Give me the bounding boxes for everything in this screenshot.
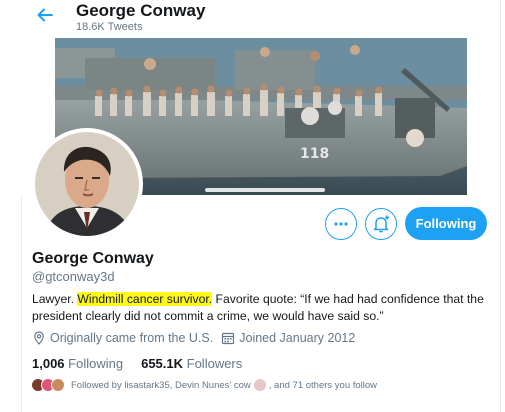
followed-by-prefix: Followed by lisastark35, Devin Nunes' co… [71,379,251,391]
notifications-button[interactable] [365,208,397,240]
profile-meta: Originally came from the U.S. Joined Jan… [32,331,363,345]
following-count-link[interactable]: 1,006 Following [32,356,123,371]
profile-bio: Lawyer. Windmill cancer survivor. Favori… [32,291,487,325]
divider [21,194,22,412]
location-text: Originally came from the U.S. [50,331,214,345]
top-bar: George Conway 18.6K Tweets [0,0,505,36]
location-pin-icon [34,331,44,345]
header-title: George Conway [76,1,206,20]
following-button[interactable]: Following [405,207,487,240]
following-count: 1,006 [32,356,65,371]
ellipsis-icon [334,222,348,226]
join-date: Joined January 2012 [221,331,355,345]
followed-by-suffix: , and 71 others you follow [268,379,378,391]
hull-number: 118 [300,146,329,162]
followers-label: Followers [186,356,243,371]
location: Originally came from the U.S. [32,331,213,345]
followed-by-text: Followed by lisastark35, Devin Nunes' co… [71,379,377,391]
profile-name: George Conway [32,250,154,267]
profile-avatar[interactable] [31,128,143,240]
followers-count-link[interactable]: 655.1K Followers [141,356,242,371]
join-date-text: Joined January 2012 [239,331,356,345]
bell-plus-icon [373,215,389,233]
calendar-icon [222,332,235,345]
more-options-button[interactable] [325,208,357,240]
following-label: Following [68,356,124,371]
profile-handle: @gtconway3d [32,269,115,284]
bio-text: Lawyer. [32,292,78,306]
bio-highlight: Windmill cancer survivor. [77,292,213,306]
tweet-count: 18.6K Tweets [76,21,143,33]
followed-by[interactable]: Followed by lisastark35, Devin Nunes' co… [31,378,377,392]
divider [500,0,501,412]
avatar [51,378,65,392]
back-arrow-icon[interactable] [36,6,54,24]
cow-emoji-icon [253,379,266,391]
followers-count: 655.1K [141,356,184,371]
follow-counts: 1,006 Following 655.1K Followers [32,356,260,371]
